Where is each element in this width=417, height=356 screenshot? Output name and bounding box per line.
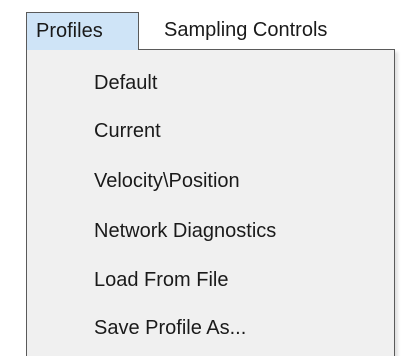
menu-profiles[interactable]: Profiles	[26, 12, 139, 50]
menu-item-current[interactable]: Current	[28, 108, 393, 154]
menu-item-load-from-file[interactable]: Load From File	[28, 257, 393, 303]
menu-item-default[interactable]: Default	[28, 60, 393, 106]
menu-sampling-controls[interactable]: Sampling Controls	[164, 12, 404, 48]
menu-item-save-profile-as[interactable]: Save Profile As...	[28, 305, 393, 351]
menu-item-network-diagnostics[interactable]: Network Diagnostics	[28, 208, 393, 254]
profiles-dropdown-menu: Default Current Velocity\Position Networ…	[26, 49, 395, 356]
screen: Profiles Sampling Controls Default Curre…	[0, 0, 417, 356]
menu-item-velocity-position[interactable]: Velocity\Position	[28, 158, 393, 204]
